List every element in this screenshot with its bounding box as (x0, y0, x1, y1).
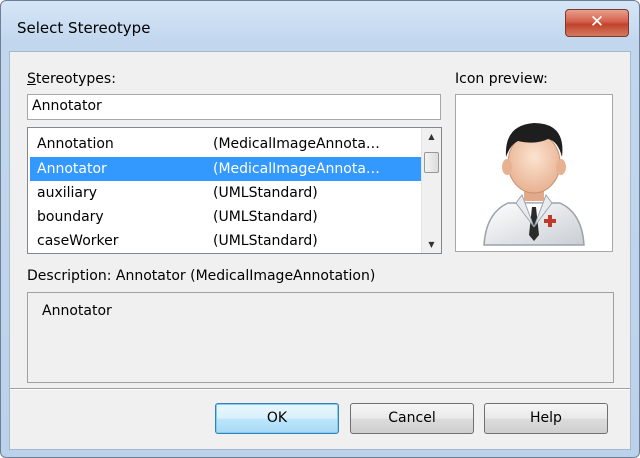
window-title: Select Stereotype (17, 19, 151, 37)
list-item[interactable]: auxiliary (UMLStandard) (30, 181, 422, 205)
stereotype-name: Annotator (37, 161, 107, 177)
list-item[interactable]: caseWorker (UMLStandard) (30, 229, 422, 253)
stereotype-name: boundary (37, 209, 104, 225)
stereotype-name-input[interactable]: Annotator (27, 94, 441, 120)
dialog-body: Stereotypes: Annotator Annotation (Medic… (9, 51, 631, 450)
description-text: Annotator (42, 303, 112, 319)
stereotype-name: Annotation (37, 136, 114, 152)
description-box: Annotator (27, 292, 614, 383)
list-item-selected[interactable]: Annotator (MedicalImageAnnota… (30, 157, 422, 181)
description-label: Description: Annotator (MedicalImageAnno… (27, 268, 376, 284)
stereotypes-label: Stereotypes: (27, 71, 116, 87)
separator (10, 388, 630, 390)
stereotype-profile: (MedicalImageAnnota… (213, 161, 380, 177)
stereotype-profile: (MedicalImageAnnota… (213, 136, 380, 152)
stereotype-name: auxiliary (37, 185, 98, 201)
list-item[interactable]: boundary (UMLStandard) (30, 205, 422, 229)
dialog-window: Select Stereotype ✕ Stereotypes: Annotat… (0, 0, 640, 458)
help-button[interactable]: Help (484, 403, 608, 434)
title-bar[interactable]: Select Stereotype ✕ (1, 1, 639, 51)
stereotype-name: caseWorker (37, 233, 119, 249)
close-icon: ✕ (589, 12, 605, 32)
stereotype-profile: (UMLStandard) (213, 233, 318, 249)
close-button[interactable]: ✕ (565, 9, 629, 37)
icon-preview-label: Icon preview: (455, 71, 548, 87)
scroll-thumb[interactable] (424, 152, 439, 173)
scroll-up-arrow-icon[interactable]: ▲ (422, 128, 441, 145)
stereotype-list[interactable]: Annotation (MedicalImageAnnota… Annotato… (27, 127, 442, 254)
stereotypes-label-text: tereotypes: (35, 71, 116, 87)
scroll-down-arrow-icon[interactable]: ▼ (422, 236, 441, 253)
stereotype-profile: (UMLStandard) (213, 185, 318, 201)
stereotype-profile: (UMLStandard) (213, 209, 318, 225)
stereotypes-label-accelerator: S (27, 71, 36, 87)
list-item[interactable]: Annotation (MedicalImageAnnota… (30, 132, 422, 156)
doctor-icon (483, 123, 585, 246)
cancel-button[interactable]: Cancel (350, 403, 474, 434)
ok-button[interactable]: OK (215, 403, 339, 434)
icon-preview-box (455, 94, 613, 252)
list-scrollbar[interactable]: ▲ ▼ (421, 128, 441, 253)
